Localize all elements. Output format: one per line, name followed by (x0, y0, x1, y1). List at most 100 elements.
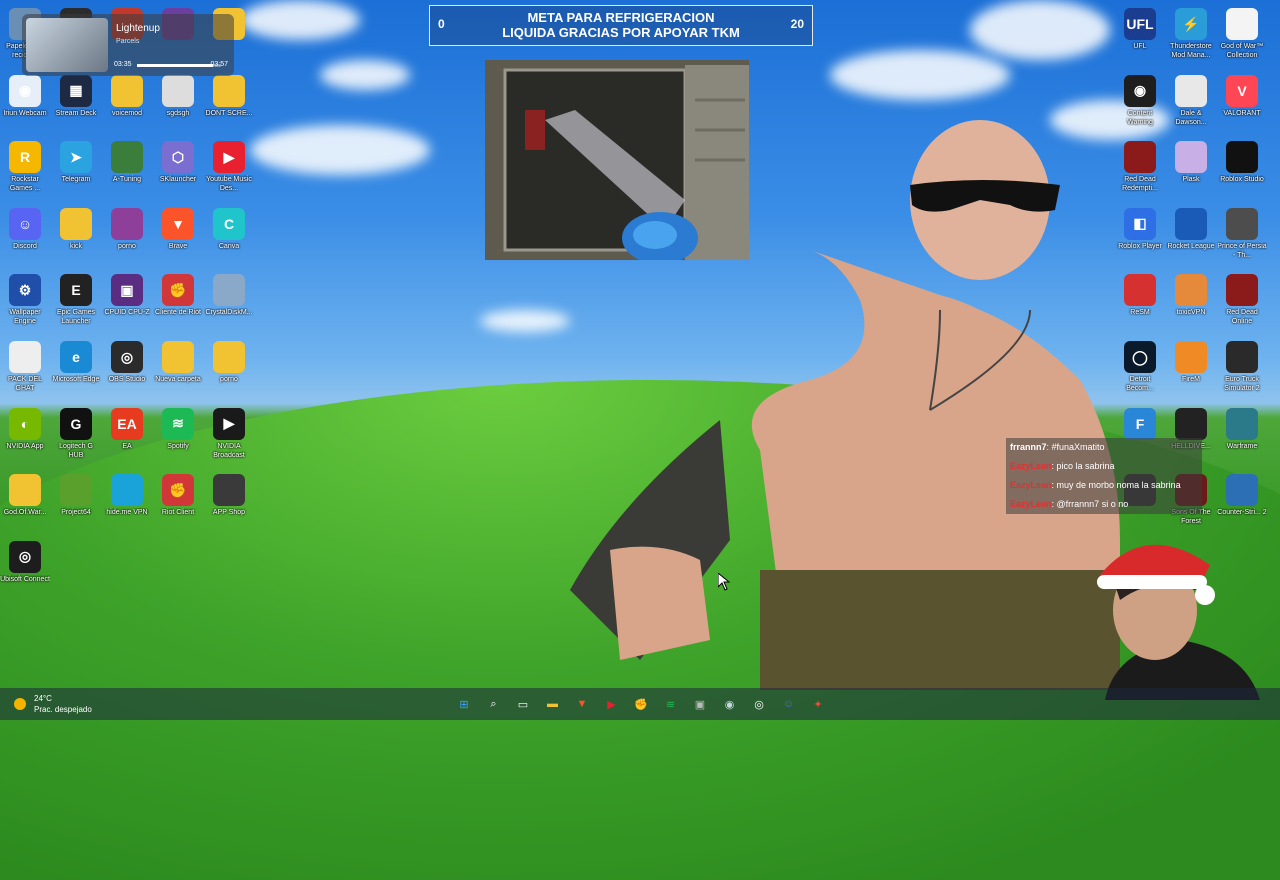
desktop-icon-label: God of War™ Collection (1220, 43, 1264, 59)
desktop-icon[interactable]: G Logitech G HUB (51, 407, 101, 460)
desktop-icon[interactable]: PACK DEL GHAT (0, 341, 50, 393)
desktop-icon[interactable]: Prince of Persia - Th... (1217, 207, 1267, 260)
chat-username: frrannn7 (1010, 442, 1047, 452)
goal-max: 20 (790, 17, 804, 31)
desktop-icon-label: CPUID CPU-Z (104, 309, 150, 317)
desktop-icon[interactable]: ➤ Telegram (51, 141, 101, 193)
folder-icon (213, 74, 245, 107)
desktop-icon[interactable]: ▦ Stream Deck (51, 74, 101, 127)
desktop-icon[interactable]: ▶ NVIDIA Broadcast (204, 407, 254, 460)
desktop-icon-label: Spotify (167, 442, 189, 450)
desktop-icon[interactable]: ReSM (1115, 274, 1165, 326)
desktop-icon[interactable]: Euro Truck Simulator 2 (1217, 341, 1267, 393)
chat-text: : #funaXmatito (1046, 442, 1105, 452)
desktop-icon[interactable]: porno (204, 341, 254, 393)
desktop-icon-label: kick (69, 242, 83, 250)
tuning-icon (111, 141, 143, 174)
desktop-icon-label: Content Warning (1127, 109, 1153, 126)
desktop-icon[interactable]: Nueva carpeta (153, 341, 203, 393)
desktop-icon[interactable]: Counter-Stri... 2 (1217, 474, 1267, 526)
desktop-icon[interactable]: porno (102, 207, 152, 260)
goal-text: META PARA REFRIGERACION LIQUIDA GRACIAS … (470, 10, 772, 40)
desktop-icon-label: Roblox Studio (1220, 176, 1264, 184)
desktop-icon[interactable]: ◎ Ubisoft Connect (0, 540, 50, 593)
desktop-icon[interactable]: ≋ Spotify (153, 407, 203, 460)
desktop-icon[interactable]: A-Tuning (102, 141, 152, 193)
desktop-icon[interactable]: hide.me VPN (102, 474, 152, 526)
desktop-icon[interactable]: sgdsgh (153, 74, 203, 127)
chat-text: : @frrannn7 si o no (1051, 499, 1129, 509)
file-icon (1226, 8, 1258, 40)
discord-icon[interactable]: ☺ (779, 694, 799, 714)
desktop-icon[interactable]: V VALORANT (1217, 74, 1267, 127)
youtube-music-icon: ▶ (213, 141, 245, 174)
desktop-icon[interactable]: C Canva (204, 207, 254, 260)
desktop-icon-label: Wallpaper Engine (9, 309, 41, 326)
obs-icon[interactable]: ◎ (749, 694, 769, 714)
desktop-icon[interactable]: e Microsoft Edge (51, 341, 101, 393)
desktop-icon[interactable]: ▼ Brave (153, 207, 203, 260)
archive-icon (9, 341, 41, 373)
desktop-icon[interactable]: R Rockstar Games ... (0, 141, 50, 193)
desktop-icon[interactable]: UFL UFL (1115, 8, 1165, 60)
desktop-icon[interactable]: ◯ Detroit Becom... (1115, 341, 1165, 393)
media-player-widget[interactable]: Lightenup Parcels 03:35 03:57 (22, 14, 234, 76)
desktop-icon[interactable]: Red Dead Redempti... (1115, 141, 1165, 193)
app-icon[interactable]: ✦ (808, 694, 828, 714)
file-explorer-icon[interactable]: ▬ (543, 694, 563, 714)
windows-start-icon[interactable]: ⊞ (454, 694, 474, 714)
desktop-icon[interactable]: ◐ NVIDIA App (0, 407, 50, 460)
riot-icon[interactable]: ✊ (631, 694, 651, 714)
album-art (26, 18, 108, 72)
desktop-icon[interactable]: Warframe (1217, 407, 1267, 460)
desktop-icon[interactable]: APP Shop (204, 474, 254, 526)
desktop-icon[interactable]: God of War™ Collection (1217, 8, 1267, 60)
image-icon (162, 74, 194, 107)
desktop-icon-label: Epic Games Launcher (56, 309, 96, 326)
desktop-icon-label: Detroit Becom... (1126, 376, 1154, 392)
desktop-icon[interactable]: Plask (1166, 141, 1216, 193)
cpuz-icon[interactable]: ▣ (690, 694, 710, 714)
spotify-icon[interactable]: ≋ (661, 694, 681, 714)
desktop-icon[interactable]: ⚙ Wallpaper Engine (0, 274, 50, 326)
obs-icon: ◎ (111, 341, 143, 373)
desktop-icon[interactable]: ◎ OBS Studio (102, 341, 152, 393)
desktop-icon[interactable]: ✊ Cliente de Riot (153, 274, 203, 326)
desktop-icon[interactable]: ◉ Content Warning (1115, 74, 1165, 127)
youtube-music-icon[interactable]: ▶ (602, 694, 622, 714)
desktop-icon[interactable]: ◉ Iriun Webcam (0, 74, 50, 127)
desktop-icon[interactable]: kick (51, 207, 101, 260)
wallpaper-engine-icon: ⚙ (9, 274, 41, 307)
desktop-icon[interactable]: ✊ Riot Client (153, 474, 203, 526)
weather-condition: Prac. despejado (34, 705, 92, 714)
desktop-icon[interactable]: Red Dead Online (1217, 274, 1267, 326)
desktop-icon[interactable]: Project64 (51, 474, 101, 526)
warframe-icon (1226, 407, 1258, 440)
desktop-icon[interactable]: Roblox Studio (1217, 141, 1267, 193)
desktop-icon[interactable]: Dale & Dawson... (1166, 74, 1216, 127)
desktop-icon[interactable]: ⚡ Thunderstore Mod Mana... (1166, 8, 1216, 60)
helldivers-icon (1175, 407, 1207, 440)
riot-icon: ✊ (162, 274, 194, 307)
desktop-icon[interactable]: voicemod (102, 74, 152, 127)
track-title: Lightenup (116, 23, 160, 34)
desktop-icon[interactable]: DONT SCRE... (204, 74, 254, 127)
search-icon[interactable]: ⌕ (484, 694, 504, 714)
desktop-icon[interactable]: toxicVPN (1166, 274, 1216, 326)
desktop-icon[interactable]: E Epic Games Launcher (51, 274, 101, 326)
desktop-icon[interactable]: ◧ Roblox Player (1115, 207, 1165, 260)
desktop-icon[interactable]: FireM (1166, 341, 1216, 393)
task-view-icon[interactable]: ▭ (513, 694, 533, 714)
progress-bar[interactable] (137, 64, 221, 67)
desktop-icon[interactable]: ▶ Youtube Music Des... (204, 141, 254, 193)
desktop-icon[interactable]: EA EA (102, 407, 152, 460)
desktop-icon[interactable]: Rocket League (1166, 207, 1216, 260)
desktop-icon[interactable]: ⬡ SKlauncher (153, 141, 203, 193)
desktop-icon[interactable]: ▣ CPUID CPU-Z (102, 274, 152, 326)
steam-icon[interactable]: ◉ (720, 694, 740, 714)
desktop-icon[interactable]: God.Of.War... (0, 474, 50, 526)
desktop-icon[interactable]: ☺ Discord (0, 207, 50, 260)
desktop-icon[interactable]: CrystalDiskM... (204, 274, 254, 326)
desktop-icon-label: Warframe (1226, 442, 1258, 450)
brave-icon[interactable]: ▼ (572, 694, 592, 714)
